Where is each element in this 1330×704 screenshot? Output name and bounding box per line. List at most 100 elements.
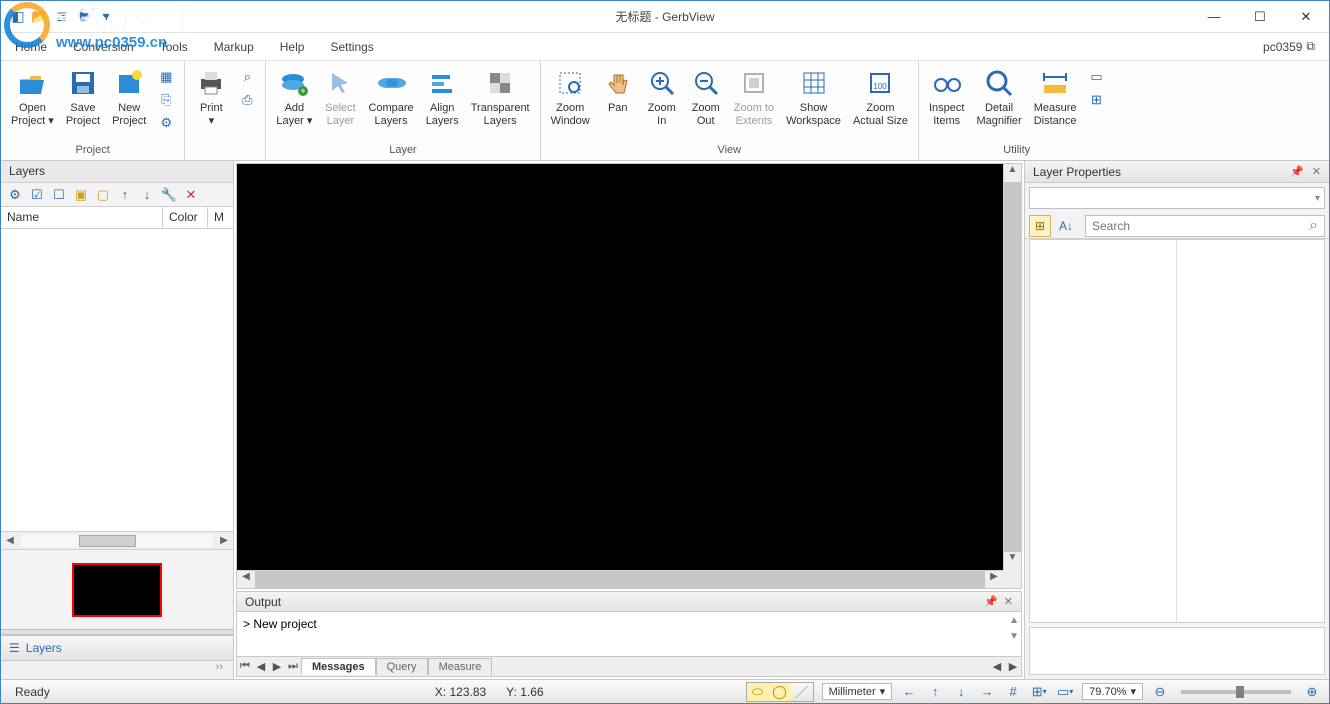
qat-dropdown-icon[interactable]: ▾: [97, 8, 115, 26]
layer-settings-icon[interactable]: ⚙: [7, 187, 23, 203]
pin-icon[interactable]: 📌: [1290, 165, 1304, 178]
menu-markup[interactable]: Markup: [214, 40, 254, 54]
close-icon[interactable]: ✕: [1312, 165, 1321, 178]
select-layer-button[interactable]: Select Layer: [318, 63, 362, 127]
spin-up-icon[interactable]: ▲: [1009, 614, 1019, 628]
add-layer-button[interactable]: + Add Layer ▾: [270, 63, 318, 127]
close-button[interactable]: ✕: [1283, 1, 1329, 33]
col-m[interactable]: M: [208, 207, 233, 228]
layer-up-icon[interactable]: ↑: [117, 187, 133, 203]
detail-magnifier-button[interactable]: Detail Magnifier: [970, 63, 1027, 127]
layer-ungroup-icon[interactable]: ▢: [95, 187, 111, 203]
open-project-button[interactable]: Open Project ▾: [5, 63, 60, 127]
layer-delete-icon[interactable]: ✕: [183, 187, 199, 203]
zoom-in-icon[interactable]: ⊕: [1303, 683, 1321, 701]
pin-icon[interactable]: 📌: [984, 595, 998, 608]
tab-first-icon[interactable]: ⏮: [237, 660, 253, 673]
new-project-button[interactable]: New Project: [106, 63, 152, 127]
layer-uncheck-icon[interactable]: ☐: [51, 187, 67, 203]
snap-toggle-icon[interactable]: ⊞▾: [1030, 683, 1048, 701]
menu-help[interactable]: Help: [280, 40, 305, 54]
scroll-up-icon[interactable]: ▲: [1004, 164, 1021, 182]
nav-left-icon[interactable]: ←: [900, 683, 918, 701]
print-preview-icon[interactable]: ⌕: [237, 67, 257, 87]
project-small-1-icon[interactable]: ▦: [156, 67, 176, 87]
tab-prev-icon[interactable]: ◀: [253, 660, 269, 673]
util-small-1-icon[interactable]: ▭: [1086, 67, 1106, 87]
close-icon[interactable]: ✕: [1004, 595, 1013, 608]
tabbar-prev-icon[interactable]: ◀: [989, 660, 1005, 673]
qat-open-icon[interactable]: 📂: [31, 8, 49, 26]
scroll-down-icon[interactable]: ▼: [1004, 552, 1021, 570]
zoom-value[interactable]: 79.70% ▾: [1082, 683, 1143, 700]
output-body[interactable]: > New project ▲▼: [237, 612, 1021, 656]
units-selector[interactable]: Millimeter ▾: [822, 683, 893, 700]
measure-distance-button[interactable]: Measure Distance: [1028, 63, 1083, 127]
inspect-items-button[interactable]: Inspect Items: [923, 63, 970, 127]
tab-measure[interactable]: Measure: [428, 658, 493, 675]
zoom-out-icon[interactable]: ⊖: [1151, 683, 1169, 701]
page-icon[interactable]: ▭▾: [1056, 683, 1074, 701]
zoom-out-button[interactable]: Zoom Out: [684, 63, 728, 127]
search-icon[interactable]: ⌕: [1309, 217, 1318, 235]
tab-query[interactable]: Query: [376, 658, 428, 675]
mode-sketch-icon[interactable]: ／: [791, 683, 813, 701]
properties-search[interactable]: ⌕: [1085, 215, 1325, 237]
project-small-3-icon[interactable]: ⚙: [156, 113, 176, 133]
spin-down-icon[interactable]: ▼: [1009, 630, 1019, 644]
zoom-in-button[interactable]: Zoom In: [640, 63, 684, 127]
drawing-canvas[interactable]: [237, 164, 1003, 570]
mode-filled-icon[interactable]: ⬭: [747, 683, 769, 701]
canvas-minimap[interactable]: [72, 563, 162, 617]
panel-collapse-handle[interactable]: ››: [1, 661, 233, 679]
user-tag[interactable]: pc0359 ⧉: [1263, 39, 1315, 54]
properties-grid[interactable]: [1029, 239, 1325, 623]
grid-toggle-icon[interactable]: #: [1004, 683, 1022, 701]
zoom-slider[interactable]: [1181, 690, 1291, 694]
canvas-hscroll[interactable]: ◀ ▶: [237, 570, 1003, 588]
layers-list[interactable]: [1, 229, 233, 531]
zoom-extents-button[interactable]: Zoom to Extents: [728, 63, 780, 127]
properties-object-selector[interactable]: ▾: [1029, 187, 1325, 209]
nav-right-icon[interactable]: →: [978, 683, 996, 701]
nav-down-icon[interactable]: ↓: [952, 683, 970, 701]
display-mode-toggle[interactable]: ⬭ ◯ ／: [746, 682, 814, 702]
layer-down-icon[interactable]: ↓: [139, 187, 155, 203]
compare-layers-button[interactable]: Compare Layers: [362, 63, 419, 127]
canvas-vscroll[interactable]: ▲ ▼: [1003, 164, 1021, 570]
minimize-button[interactable]: ―: [1191, 1, 1237, 33]
menu-home[interactable]: Home: [15, 40, 47, 54]
tab-messages[interactable]: Messages: [301, 658, 376, 675]
qat-layers-icon[interactable]: ≣: [53, 8, 71, 26]
util-small-2-icon[interactable]: ⊞: [1086, 90, 1106, 110]
menu-tools[interactable]: Tools: [160, 40, 188, 54]
project-small-2-icon[interactable]: ⎘: [156, 90, 176, 110]
tab-next-icon[interactable]: ▶: [269, 660, 285, 673]
scroll-right-icon[interactable]: ▶: [985, 571, 1003, 588]
alphabetical-view-icon[interactable]: A↓: [1055, 215, 1077, 237]
layer-edit-icon[interactable]: 🔧: [161, 187, 177, 203]
qat-app-icon[interactable]: ◧: [9, 8, 27, 26]
zoom-actual-button[interactable]: 100 Zoom Actual Size: [847, 63, 914, 127]
col-name[interactable]: Name: [1, 207, 163, 228]
nav-up-icon[interactable]: ↑: [926, 683, 944, 701]
transparent-layers-button[interactable]: Transparent Layers: [465, 63, 536, 127]
qat-print-icon[interactable]: 🖶: [75, 8, 93, 26]
layer-check-icon[interactable]: ☑: [29, 187, 45, 203]
layers-hscroll[interactable]: ◀ ▶: [1, 531, 233, 549]
tabbar-next-icon[interactable]: ▶: [1005, 660, 1021, 673]
align-layers-button[interactable]: Align Layers: [420, 63, 465, 127]
show-workspace-button[interactable]: Show Workspace: [780, 63, 847, 127]
tab-last-icon[interactable]: ⏭: [285, 660, 301, 673]
properties-search-input[interactable]: [1092, 219, 1309, 233]
print-setup-icon[interactable]: ⎙: [237, 90, 257, 110]
pan-button[interactable]: Pan: [596, 63, 640, 115]
col-color[interactable]: Color: [163, 207, 208, 228]
scroll-left-icon[interactable]: ◀: [237, 571, 255, 588]
menu-conversion[interactable]: Conversion: [73, 40, 134, 54]
menu-settings[interactable]: Settings: [330, 40, 373, 54]
save-project-button[interactable]: Save Project: [60, 63, 106, 127]
print-button[interactable]: Print▾: [189, 63, 233, 127]
scroll-left-icon[interactable]: ◀: [1, 535, 19, 546]
zoom-window-button[interactable]: Zoom Window: [545, 63, 596, 127]
